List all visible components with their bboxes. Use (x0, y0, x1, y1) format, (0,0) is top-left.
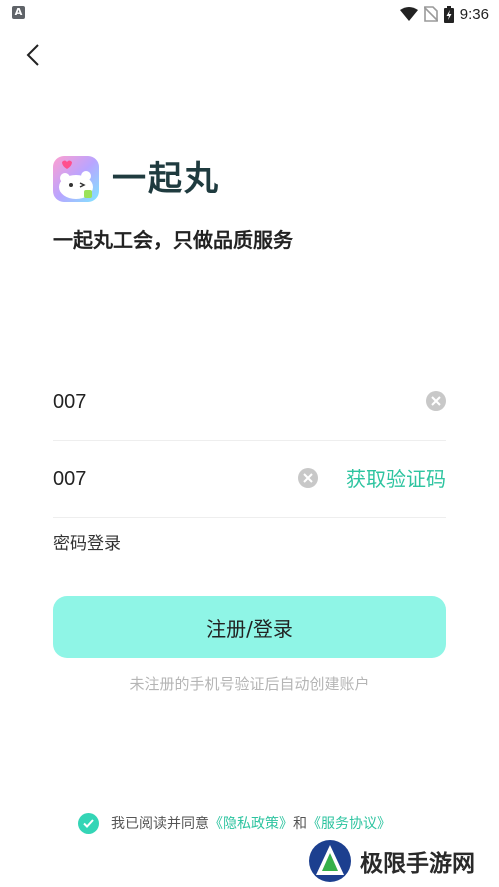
phone-input[interactable] (53, 386, 283, 418)
watermark-text: 极限手游网 (360, 850, 475, 877)
brand-name: 一起丸 (112, 159, 220, 199)
password-login-link[interactable]: 密码登录 (53, 532, 121, 556)
service-agreement-link[interactable]: 《服务协议》 (307, 813, 391, 833)
close-icon (303, 473, 313, 483)
clear-code-button[interactable] (298, 468, 318, 488)
watermark: 极限手游网 (308, 838, 494, 884)
get-code-button[interactable]: 获取验证码 (346, 465, 446, 493)
back-button[interactable] (18, 40, 48, 70)
slogan: 一起丸工会，只做品质服务 (53, 228, 293, 252)
privacy-policy-link[interactable]: 《隐私政策》 (209, 813, 293, 833)
battery-charging-icon (443, 5, 454, 23)
check-icon (83, 818, 94, 828)
phone-field-row (53, 364, 446, 441)
agree-checkbox[interactable] (78, 812, 99, 834)
agreement-prefix: 我已阅读并同意 (111, 816, 209, 832)
agreement-conjunction: 和 (293, 816, 307, 832)
auto-register-hint: 未注册的手机号验证后自动创建账户 (129, 675, 370, 693)
status-icons: 9:36 (399, 4, 489, 24)
close-icon (431, 396, 441, 406)
status-time: 9:36 (459, 5, 489, 23)
code-field-row: 获取验证码 (53, 441, 446, 518)
status-bar: A 9:36 (0, 0, 499, 28)
app-notification-icon: A (12, 6, 25, 19)
verification-code-input[interactable] (53, 463, 283, 495)
register-login-button[interactable]: 注册/登录 (53, 596, 446, 658)
agreement-row: 我已阅读并同意 《隐私政策》 和 《服务协议》 (78, 812, 391, 834)
wifi-icon (399, 7, 418, 21)
no-sim-icon (423, 6, 438, 22)
chevron-left-icon (26, 44, 40, 66)
watermark-logo-icon (308, 839, 352, 883)
clear-phone-button[interactable] (426, 391, 446, 411)
app-logo (53, 156, 99, 202)
